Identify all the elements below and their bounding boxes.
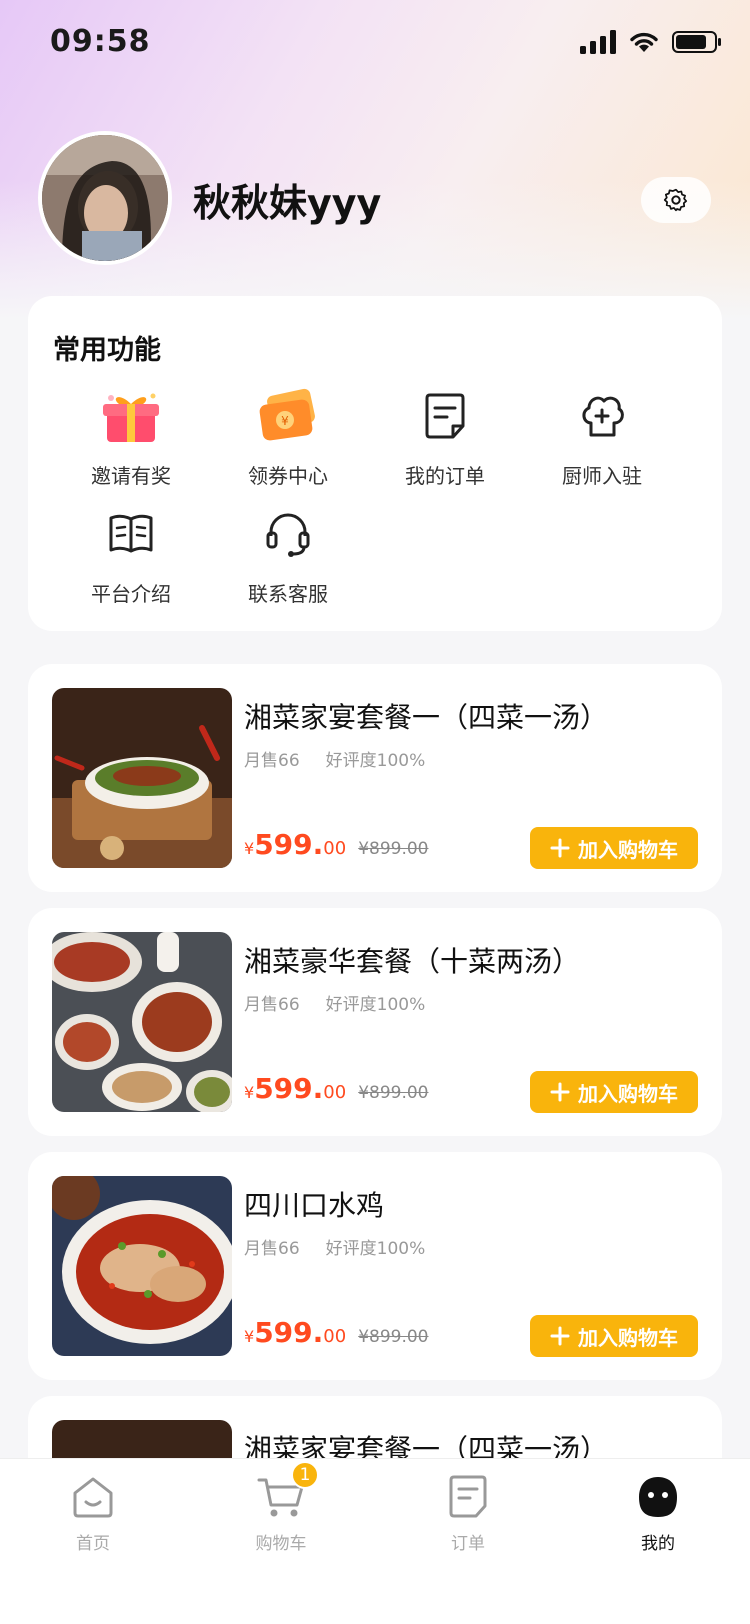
contact-service-label: 联系客服 xyxy=(248,582,328,606)
signal-icon xyxy=(580,30,616,54)
product-image[interactable] xyxy=(52,688,232,868)
product-image[interactable] xyxy=(52,932,232,1112)
product-image[interactable] xyxy=(52,1176,232,1356)
price-currency: ¥ xyxy=(244,1083,255,1102)
add-to-cart-button[interactable]: 加入购物车 xyxy=(530,827,698,869)
product-card[interactable]: 湘菜豪华套餐（十菜两汤） 月售66 好评度100% ¥599.00 ¥899.00 … xyxy=(28,908,722,1136)
order-icon xyxy=(425,393,465,439)
tab-bar: 首页 1 购物车 订单 我的 xyxy=(0,1458,750,1624)
gift-icon xyxy=(103,393,159,442)
price-decimal: 00 xyxy=(323,1326,347,1347)
price-integer: 599. xyxy=(254,828,324,861)
book-icon xyxy=(109,514,153,553)
monthly-sales: 月售66 xyxy=(244,1239,300,1259)
home-icon xyxy=(73,1477,113,1518)
avatar[interactable] xyxy=(38,131,172,265)
tab-orders-label: 订单 xyxy=(451,1534,485,1554)
rating: 好评度100% xyxy=(325,995,426,1015)
product-card[interactable]: 湘菜家宴套餐一（四菜一汤） 月售66 好评度100% ¥599.00 ¥899.00… xyxy=(28,664,722,892)
rating: 好评度100% xyxy=(325,1239,426,1259)
my-orders-item[interactable]: 我的订单 xyxy=(364,382,526,489)
chef-hat-icon xyxy=(582,396,624,437)
original-price: ¥899.00 xyxy=(358,1327,429,1347)
product-name: 湘菜豪华套餐（十菜两汤） xyxy=(244,945,581,978)
plus-icon xyxy=(550,838,570,858)
add-to-cart-label: 加入购物车 xyxy=(578,837,678,862)
coupon-icon: ¥ xyxy=(259,388,315,441)
product-price: ¥599.00 ¥899.00 xyxy=(244,828,429,861)
contact-service-item[interactable]: 联系客服 xyxy=(207,500,369,607)
plus-icon xyxy=(550,1326,570,1346)
chef-join-label: 厨师入驻 xyxy=(562,464,642,488)
add-to-cart-button[interactable]: 加入购物车 xyxy=(530,1315,698,1357)
product-price: ¥599.00 ¥899.00 xyxy=(244,1316,429,1349)
coupon-center-label: 领券中心 xyxy=(248,464,328,488)
price-integer: 599. xyxy=(254,1072,324,1105)
my-orders-label: 我的订单 xyxy=(405,464,485,488)
plus-icon xyxy=(550,1082,570,1102)
profile-icon xyxy=(639,1477,677,1517)
tab-orders[interactable]: 订单 xyxy=(408,1473,528,1554)
battery-icon xyxy=(672,31,721,53)
common-functions-card: 常用功能 邀请有奖 ¥ 领券中心 我的订单 厨师入驻 平台介绍 联系客服 xyxy=(28,296,722,631)
username: 秋秋妹yyy xyxy=(193,181,382,225)
product-price: ¥599.00 ¥899.00 xyxy=(244,1072,429,1105)
price-currency: ¥ xyxy=(244,839,255,858)
avatar-photo xyxy=(42,135,168,261)
price-currency: ¥ xyxy=(244,1327,255,1346)
monthly-sales: 月售66 xyxy=(244,751,300,771)
platform-intro-item[interactable]: 平台介绍 xyxy=(50,500,212,607)
add-to-cart-label: 加入购物车 xyxy=(578,1081,678,1106)
price-integer: 599. xyxy=(254,1316,324,1349)
tab-home-label: 首页 xyxy=(76,1534,110,1554)
tab-cart-label: 购物车 xyxy=(255,1534,307,1554)
invite-reward-label: 邀请有奖 xyxy=(91,464,171,488)
monthly-sales: 月售66 xyxy=(244,995,300,1015)
product-meta: 月售66 好评度100% xyxy=(244,1234,425,1259)
tab-profile-label: 我的 xyxy=(641,1534,675,1554)
status-time: 09:58 xyxy=(50,24,151,59)
tab-profile[interactable]: 我的 xyxy=(598,1473,718,1554)
svg-text:¥: ¥ xyxy=(281,414,289,428)
product-name: 四川口水鸡 xyxy=(244,1189,385,1222)
rating: 好评度100% xyxy=(325,751,426,771)
cart-badge: 1 xyxy=(291,1461,319,1489)
order-icon xyxy=(449,1475,487,1518)
product-meta: 月售66 好评度100% xyxy=(244,746,425,771)
add-to-cart-label: 加入购物车 xyxy=(578,1325,678,1350)
headset-icon xyxy=(266,513,310,557)
product-name: 湘菜家宴套餐一（四菜一汤） xyxy=(244,701,609,734)
product-meta: 月售66 好评度100% xyxy=(244,990,425,1015)
tab-home[interactable]: 首页 xyxy=(33,1473,153,1554)
original-price: ¥899.00 xyxy=(358,1083,429,1103)
status-bar: 09:58 xyxy=(0,0,750,88)
coupon-center-item[interactable]: ¥ 领券中心 xyxy=(207,382,369,489)
settings-button[interactable] xyxy=(641,177,711,223)
wifi-icon xyxy=(630,32,658,52)
gear-icon xyxy=(663,188,688,212)
original-price: ¥899.00 xyxy=(358,839,429,859)
chef-join-item[interactable]: 厨师入驻 xyxy=(521,382,683,489)
price-decimal: 00 xyxy=(323,838,347,859)
tab-cart[interactable]: 1 购物车 xyxy=(221,1461,341,1554)
product-card[interactable]: 四川口水鸡 月售66 好评度100% ¥599.00 ¥899.00 加入购物车 xyxy=(28,1152,722,1380)
card-title: 常用功能 xyxy=(53,335,161,366)
invite-reward-item[interactable]: 邀请有奖 xyxy=(50,382,212,489)
price-decimal: 00 xyxy=(323,1082,347,1103)
platform-intro-label: 平台介绍 xyxy=(91,582,171,606)
add-to-cart-button[interactable]: 加入购物车 xyxy=(530,1071,698,1113)
